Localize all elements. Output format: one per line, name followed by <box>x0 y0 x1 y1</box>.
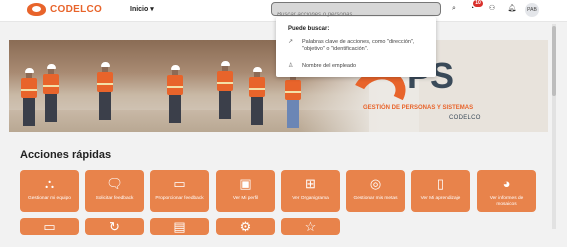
tile-my-goals[interactable]: ◎ Gestionar mis metas <box>346 170 405 212</box>
document-icon: ▤ <box>173 219 186 234</box>
notification-badge: 10 <box>473 0 483 7</box>
tile-reports[interactable]: ◕ Ver informes de mosaicos <box>477 170 536 212</box>
profile-card-icon: ▣ <box>239 176 252 191</box>
tile-label: Proporcionar feedback <box>155 196 204 201</box>
search-option-actions-text: Palabras clave de acciones, como "direcc… <box>302 39 415 52</box>
scrollbar-thumb[interactable] <box>552 26 556 96</box>
star-icon: ☆ <box>304 219 317 234</box>
tile-give-feedback[interactable]: ▭ Proporcionar feedback <box>150 170 209 212</box>
person-icon: ♙ <box>288 63 294 69</box>
book-icon: ▯ <box>436 176 445 191</box>
worker-figure <box>21 68 37 126</box>
bell-icon[interactable]: 🔔︎ <box>507 4 517 14</box>
tile-row2[interactable]: ☆ <box>281 218 340 235</box>
trend-arrow-icon: ↗ <box>288 39 294 45</box>
tile-row2[interactable]: ▤ <box>150 218 209 235</box>
brand-name: CODELCO <box>50 4 103 15</box>
hero-company: CODELCO <box>449 115 481 121</box>
team-hierarchy-icon: ⛬ <box>44 176 55 191</box>
tile-org-chart[interactable]: ⊞ Ver Organigrama <box>281 170 340 212</box>
tile-label: Ver Mi perfil <box>232 196 259 201</box>
worker-figure <box>167 65 183 123</box>
refresh-icon: ↻ <box>109 219 120 234</box>
feedback-request-icon: 🗨︎ <box>106 176 123 191</box>
search-icon[interactable]: ⌕ <box>449 4 459 14</box>
feedback-give-icon: ▭ <box>173 176 186 191</box>
tile-row2[interactable]: ⚙ <box>216 218 275 235</box>
search-option-employee-text: Nombre del empleado <box>302 63 357 69</box>
org-chart-icon: ⊞ <box>305 176 316 191</box>
tile-label: Ver Organigrama <box>292 196 329 201</box>
target-icon: ◎ <box>369 176 382 191</box>
tile-label: Gestionar mi equipo <box>28 196 71 201</box>
worker-figure <box>97 62 113 120</box>
search-box[interactable] <box>271 2 441 21</box>
tile-label: Ver Mi aprendizaje <box>420 196 461 201</box>
tile-request-feedback[interactable]: 🗨︎ Solicitar feedback <box>85 170 144 212</box>
tile-row2[interactable]: ▭ <box>20 218 79 235</box>
search-suggestions-dropdown: Puede buscar: ↗ Palabras clave de accion… <box>276 17 436 77</box>
codelco-logo[interactable]: CODELCO <box>27 3 102 16</box>
page-scrollbar[interactable] <box>552 24 556 229</box>
hero-subtitle: GESTIÓN DE PERSONAS Y SISTEMAS <box>363 105 474 111</box>
settings-icon: ⚙ <box>239 219 252 234</box>
report-icon: ◕ <box>502 176 511 191</box>
home-menu[interactable]: Inicio ▾ <box>130 5 154 13</box>
calendar-icon: ▭ <box>43 219 56 234</box>
search-suggestions-title: Puede buscar: <box>288 26 330 32</box>
codelco-logo-mark-icon <box>27 3 46 16</box>
tile-label: Ver informes de mosaicos <box>489 196 524 207</box>
tile-row2[interactable]: ↻ <box>85 218 144 235</box>
people-icon[interactable]: ⚇ <box>487 4 497 14</box>
worker-figure <box>217 61 233 119</box>
tile-label: Solicitar feedback <box>95 196 134 201</box>
tile-label: Gestionar mis metas <box>353 196 398 201</box>
tile-manage-team[interactable]: ⛬ Gestionar mi equipo <box>20 170 79 212</box>
quick-actions-title: Acciones rápidas <box>20 149 112 161</box>
worker-figure <box>249 67 265 125</box>
tile-my-profile[interactable]: ▣ Ver Mi perfil <box>216 170 275 212</box>
tile-my-learning[interactable]: ▯ Ver Mi aprendizaje <box>411 170 470 212</box>
avatar[interactable]: PAB <box>525 3 539 17</box>
worker-figure <box>43 64 59 122</box>
